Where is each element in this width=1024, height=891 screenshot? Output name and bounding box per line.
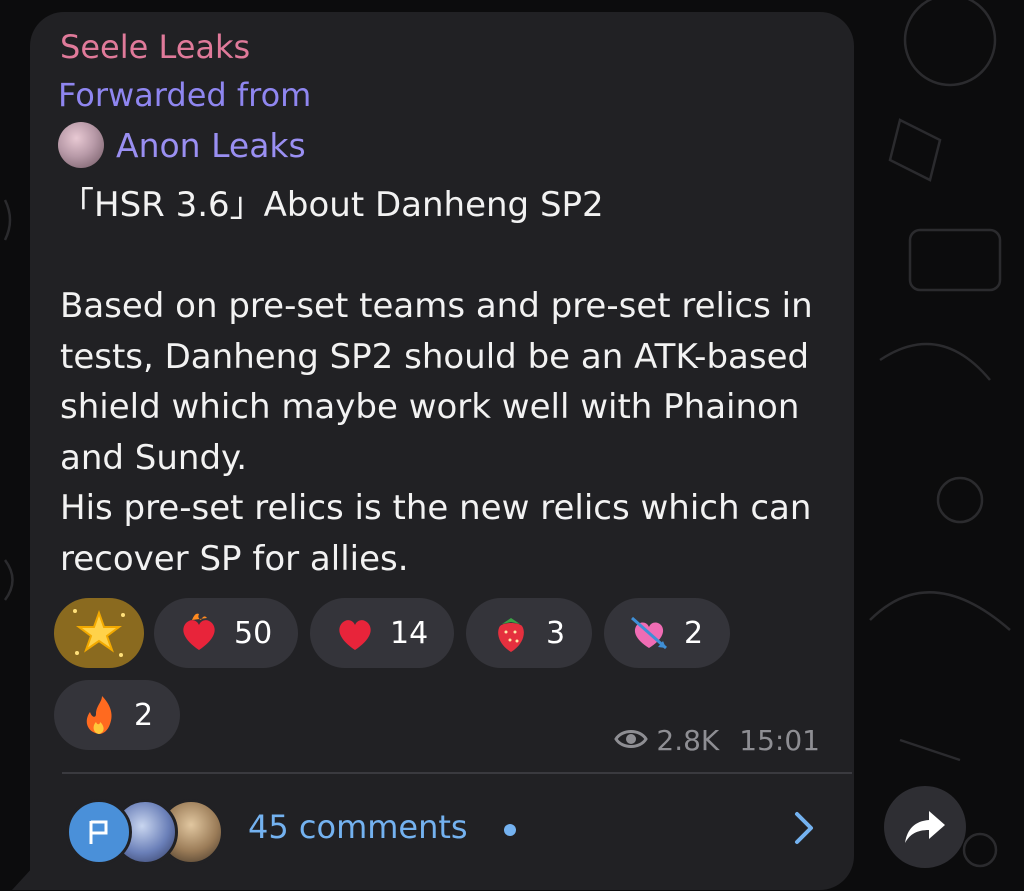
unread-dot <box>504 824 516 836</box>
share-arrow-icon <box>905 811 945 843</box>
eye-icon <box>614 724 649 757</box>
reaction-count: 14 <box>390 615 429 651</box>
reaction-count: 2 <box>134 697 154 733</box>
strawberry-icon <box>488 610 534 656</box>
reaction-strawberry[interactable]: 3 <box>466 598 592 668</box>
message-text: 「HSR 3.6」About Danheng SP2 Based on pre-… <box>60 185 813 579</box>
flag-avatar <box>66 799 132 865</box>
chevron-right-icon[interactable] <box>792 810 816 850</box>
reaction-count: 50 <box>234 615 273 651</box>
reaction-count: 2 <box>684 615 704 651</box>
message-meta: 2.8K 15:01 <box>614 724 820 757</box>
reaction-star[interactable] <box>54 598 144 668</box>
reaction-heart-arrow[interactable]: 2 <box>604 598 730 668</box>
reaction-heart-on-fire[interactable]: 50 <box>154 598 298 668</box>
star-sparkle-icon <box>73 609 125 657</box>
reaction-red-heart[interactable]: 14 <box>310 598 454 668</box>
bubble-tail <box>12 866 34 890</box>
comments-row[interactable]: 45 comments <box>66 796 826 866</box>
comments-label[interactable]: 45 comments <box>248 808 468 846</box>
reaction-fire[interactable]: 2 <box>54 680 180 750</box>
forwarded-label: Forwarded from <box>58 76 312 114</box>
reaction-count: 3 <box>546 615 566 651</box>
divider <box>62 772 852 774</box>
forwarded-source-name[interactable]: Anon Leaks <box>116 126 306 165</box>
flag-icon <box>89 820 108 844</box>
fire-icon <box>76 692 122 738</box>
message-time: 15:01 <box>739 724 820 757</box>
share-button[interactable] <box>884 786 966 868</box>
heart-on-fire-icon <box>176 610 222 656</box>
heart-with-arrow-icon <box>626 610 672 656</box>
source-avatar[interactable] <box>58 122 104 168</box>
forwarded-source-row[interactable]: Anon Leaks <box>58 122 306 168</box>
view-count: 2.8K <box>656 724 720 757</box>
red-heart-icon <box>332 610 378 656</box>
channel-name[interactable]: Seele Leaks <box>60 28 250 66</box>
